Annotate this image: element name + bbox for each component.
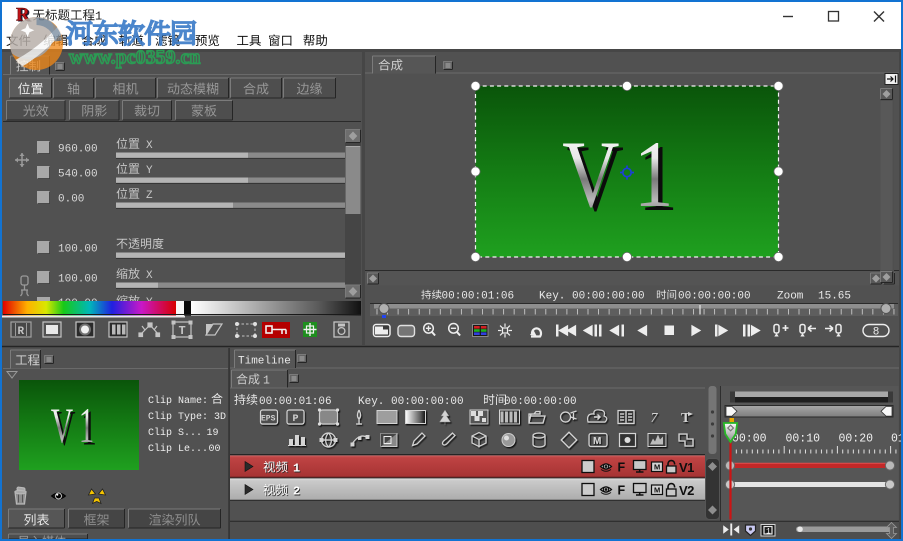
svg-text:Zoom: Zoom bbox=[777, 291, 804, 303]
svg-text:V1: V1 bbox=[679, 460, 694, 475]
svg-text:M: M bbox=[654, 486, 660, 495]
svg-text:Clip Name:: Clip Name: bbox=[148, 395, 208, 407]
svg-text:100.00: 100.00 bbox=[58, 274, 98, 286]
svg-text:00:00:01:06: 00:00:01:06 bbox=[259, 396, 332, 408]
svg-text:M: M bbox=[654, 463, 660, 472]
svg-text:00:00:00:00: 00:00:00:00 bbox=[678, 291, 751, 303]
svg-text:1: 1 bbox=[293, 462, 300, 476]
svg-text:1: 1 bbox=[263, 375, 270, 388]
svg-text:19: 19 bbox=[207, 428, 219, 439]
svg-text:540.00: 540.00 bbox=[58, 169, 98, 181]
svg-text:V2: V2 bbox=[679, 483, 694, 498]
svg-text:Clip S...: Clip S... bbox=[148, 427, 202, 439]
svg-text:8: 8 bbox=[873, 327, 880, 339]
svg-text:100.00: 100.00 bbox=[58, 244, 98, 256]
svg-text:2: 2 bbox=[293, 485, 300, 499]
svg-text:Clip Le...: Clip Le... bbox=[148, 443, 208, 455]
svg-text:1: 1 bbox=[95, 10, 102, 24]
svg-text:R: R bbox=[18, 326, 25, 338]
svg-text:V: V bbox=[562, 121, 619, 227]
svg-text:T: T bbox=[179, 324, 186, 338]
svg-text:Timeline: Timeline bbox=[238, 356, 291, 368]
svg-text:M: M bbox=[593, 436, 601, 447]
svg-text:F: F bbox=[618, 461, 626, 475]
svg-text:F: F bbox=[618, 484, 626, 498]
svg-text:00:00: 00:00 bbox=[732, 433, 767, 446]
svg-text:EPS: EPS bbox=[261, 415, 276, 424]
svg-text:Key. 00:00:00:00: Key. 00:00:00:00 bbox=[358, 396, 464, 408]
svg-text:www.pc0359.cn: www.pc0359.cn bbox=[69, 48, 201, 69]
svg-text:00:10: 00:10 bbox=[786, 433, 821, 446]
svg-text:X: X bbox=[146, 140, 153, 152]
svg-text:Y: Y bbox=[146, 165, 153, 177]
svg-text:V: V bbox=[51, 398, 73, 453]
svg-text:1: 1 bbox=[634, 121, 674, 227]
svg-text:15.65: 15.65 bbox=[818, 291, 851, 303]
svg-text:0.00: 0.00 bbox=[58, 194, 84, 206]
svg-text:00:00:00:00: 00:00:00:00 bbox=[504, 396, 577, 408]
svg-text:1: 1 bbox=[766, 528, 771, 537]
svg-text:00: 00 bbox=[209, 444, 221, 455]
svg-text:X: X bbox=[146, 270, 153, 282]
svg-text:00:20: 00:20 bbox=[839, 433, 874, 446]
svg-text:Clip Type: 3D: Clip Type: 3D bbox=[148, 411, 226, 423]
svg-text:Key. 00:00:00:00: Key. 00:00:00:00 bbox=[539, 291, 645, 303]
svg-text:Z: Z bbox=[146, 190, 153, 202]
svg-text:960.00: 960.00 bbox=[58, 144, 98, 156]
svg-text:1: 1 bbox=[79, 398, 94, 453]
svg-text:7: 7 bbox=[651, 411, 659, 426]
svg-text:P: P bbox=[293, 414, 299, 425]
svg-text:00:00:01:06: 00:00:01:06 bbox=[442, 291, 515, 303]
